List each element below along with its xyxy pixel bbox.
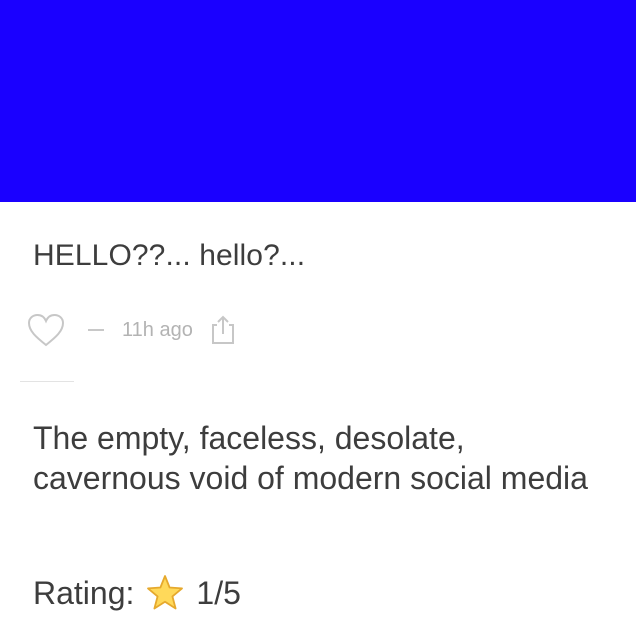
rating-label: Rating: [33, 574, 135, 611]
separator-dash [88, 329, 104, 331]
post-description: The empty, faceless, desolate, cavernous… [33, 420, 588, 496]
rating-row: Rating: 1/5 [33, 572, 241, 614]
post-page: HELLO??... hello?... 11h ago The empty, … [0, 0, 636, 633]
hero-image[interactable] [0, 0, 636, 202]
star-icon [146, 574, 184, 612]
heart-icon [27, 313, 65, 347]
section-divider [20, 381, 74, 382]
rating-value: 1/5 [196, 574, 241, 611]
share-icon [211, 315, 234, 344]
timestamp: 11h ago [122, 318, 193, 341]
post-meta-row: 11h ago [26, 311, 237, 349]
like-button[interactable] [26, 312, 66, 348]
share-button[interactable] [209, 314, 237, 346]
post-text: HELLO??... hello?... [33, 239, 306, 272]
